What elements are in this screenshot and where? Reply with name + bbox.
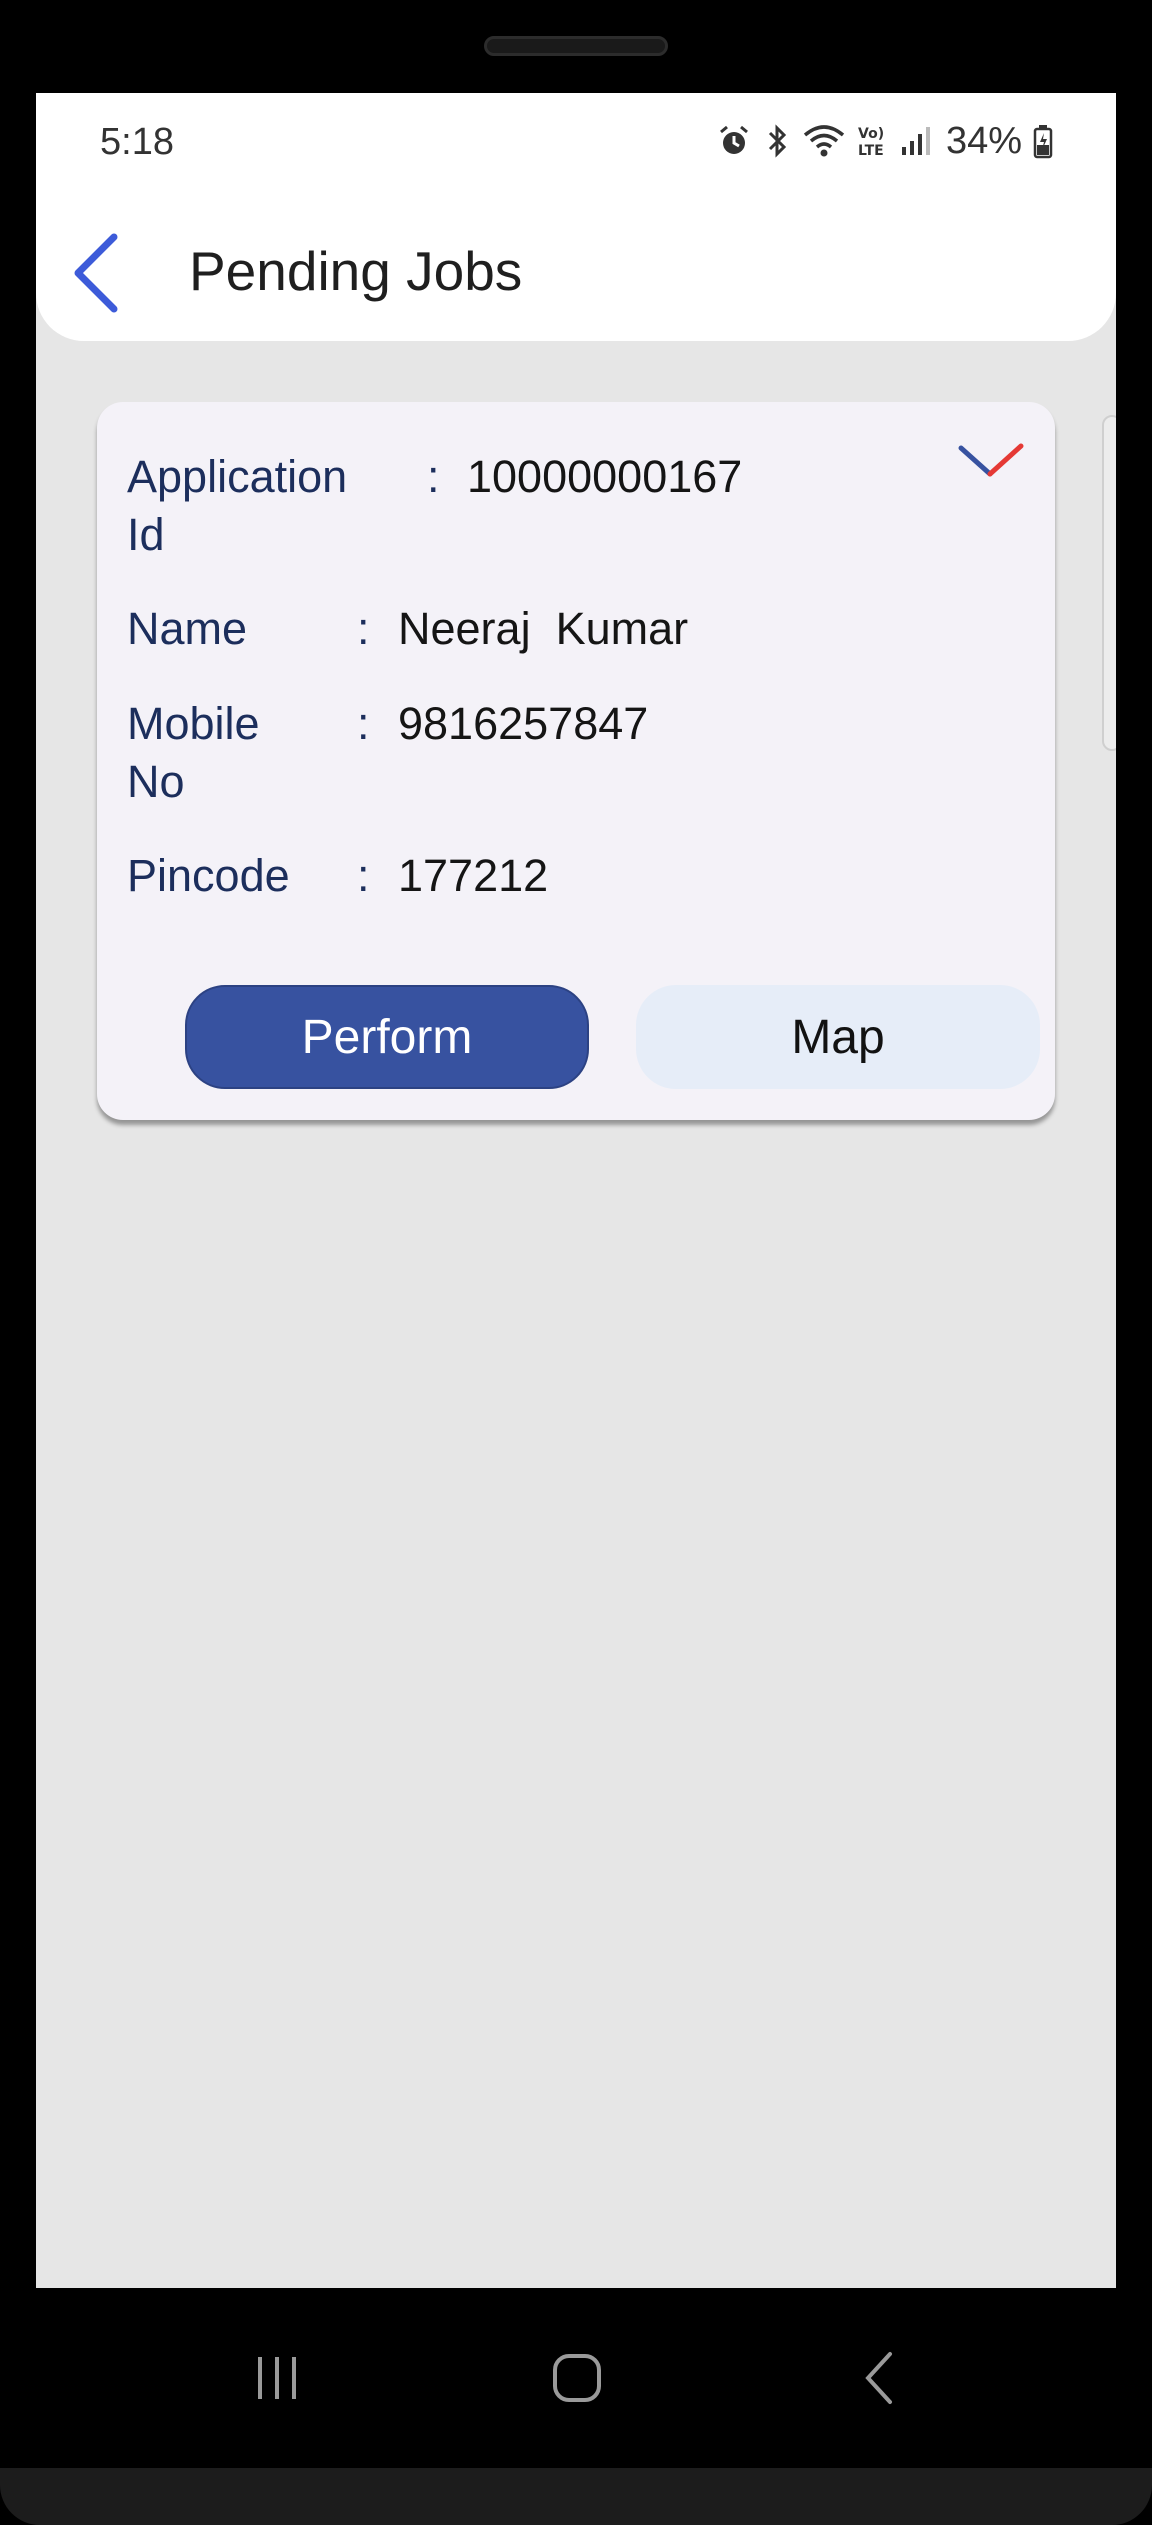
- phone-frame: 5:18 Vo) LTE 34% Pending Jobs Applicatio…: [0, 0, 1152, 2525]
- status-icons: Vo) LTE 34%: [716, 117, 1054, 165]
- home-icon: [553, 2354, 601, 2402]
- field-row-mobile-no: Mobile No : 9816257847: [127, 695, 1027, 815]
- speaker-grille: [484, 36, 668, 56]
- app-bar: Pending Jobs: [36, 213, 1116, 323]
- signal-icon: [901, 127, 930, 155]
- field-row-name: Name : Neeraj Kumar: [127, 600, 1027, 660]
- back-nav-button[interactable]: [820, 2328, 940, 2428]
- back-button[interactable]: [56, 223, 136, 323]
- bluetooth-icon: [768, 124, 787, 158]
- field-label: Mobile No: [127, 698, 260, 807]
- back-arrow-icon: [74, 233, 118, 313]
- field-value: 9816257847: [398, 698, 649, 749]
- page-title: Pending Jobs: [189, 240, 523, 302]
- field-separator: :: [357, 850, 370, 901]
- alarm-icon: [719, 125, 748, 154]
- map-button[interactable]: Map: [636, 985, 1040, 1089]
- svg-text:LTE: LTE: [858, 143, 884, 159]
- field-separator: :: [357, 698, 370, 749]
- battery-icon: [1033, 125, 1053, 159]
- status-bar: 5:18 Vo) LTE 34%: [36, 93, 1116, 193]
- svg-text:Vo): Vo): [858, 126, 884, 142]
- wifi-icon: [803, 125, 845, 157]
- volte-icon: Vo) LTE: [858, 126, 884, 159]
- field-label: Pincode: [127, 850, 290, 901]
- field-separator: :: [427, 451, 440, 502]
- system-nav-bar: [0, 2288, 1152, 2468]
- field-value: 10000000167: [467, 451, 743, 502]
- field-row-application-id: Application Id : 10000000167: [127, 448, 1027, 568]
- back-icon: [865, 2352, 892, 2404]
- app-screen: 5:18 Vo) LTE 34% Pending Jobs Applicatio…: [36, 93, 1116, 2288]
- field-label: Name: [127, 603, 248, 654]
- field-value: 177212: [398, 850, 549, 901]
- home-button[interactable]: [517, 2328, 637, 2428]
- field-separator: :: [357, 603, 370, 654]
- scroll-indicator[interactable]: [1102, 415, 1116, 751]
- bottom-bezel: [0, 2468, 1152, 2525]
- battery-percent: 34%: [945, 119, 1022, 162]
- app-header: 5:18 Vo) LTE 34% Pending Jobs: [36, 93, 1116, 341]
- status-time: 5:18: [100, 121, 174, 163]
- recents-button[interactable]: [217, 2328, 337, 2428]
- field-value: Neeraj Kumar: [398, 603, 689, 654]
- field-label: Application Id: [127, 451, 348, 560]
- perform-button[interactable]: Perform: [185, 985, 589, 1089]
- field-row-pincode: Pincode : 177212: [127, 847, 1027, 907]
- recents-icon: [258, 2357, 296, 2399]
